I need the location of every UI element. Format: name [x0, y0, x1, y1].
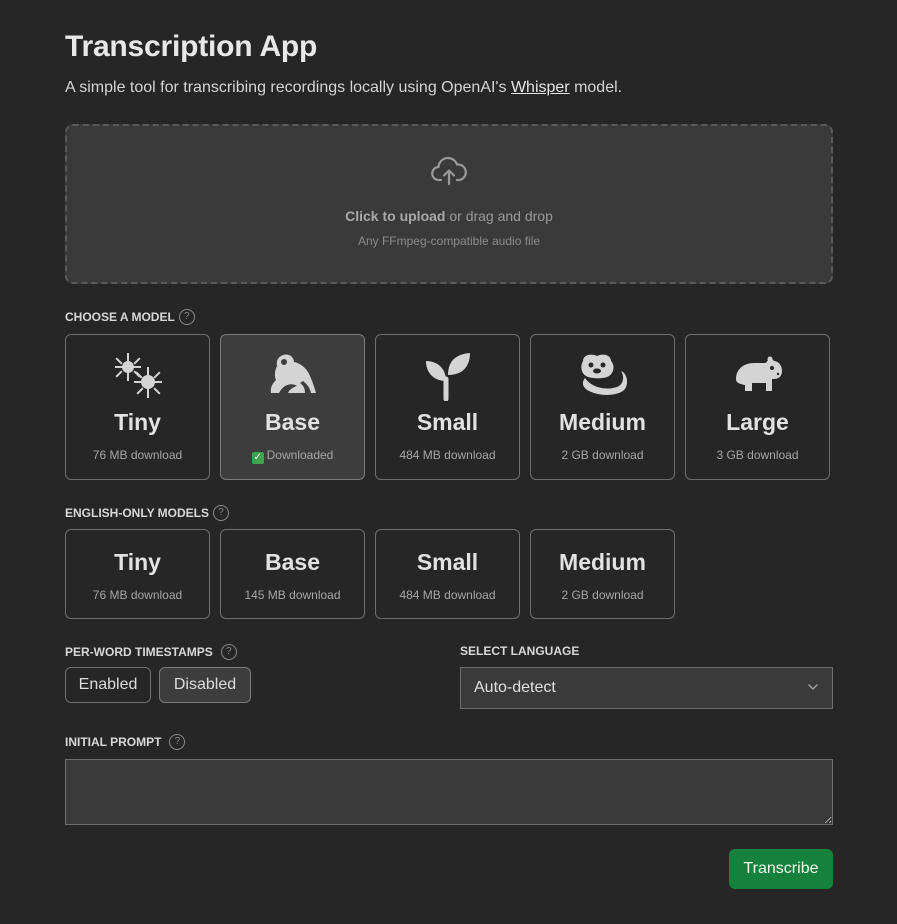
checkmark-icon: ✓ — [251, 452, 264, 464]
help-icon[interactable]: ? — [169, 734, 186, 750]
frog-icon — [270, 354, 316, 393]
whisper-link[interactable]: Whisper — [511, 79, 570, 96]
upload-hint: Any FFmpeg-compatible audio file — [357, 234, 541, 248]
model-card-base[interactable]: Base ✓ Downloaded — [220, 334, 365, 480]
click-to-upload-text[interactable]: Click to upload — [345, 208, 445, 224]
english-models-label: ENGLISH-ONLY MODELS ? — [65, 505, 230, 521]
model-name: Medium — [559, 549, 646, 575]
upload-instructions: Click to upload or drag and drop — [67, 208, 831, 224]
drag-drop-text: or drag and drop — [445, 208, 553, 224]
english-model-card-base[interactable]: Base 145 MB download — [220, 529, 365, 619]
upload-dropzone[interactable]: Click to upload or drag and drop Any FFm… — [65, 124, 833, 284]
language-select[interactable]: Auto-detect — [460, 667, 833, 709]
model-name: Base — [265, 549, 320, 575]
model-name: Small — [416, 409, 479, 435]
language-label-text: SELECT LANGUAGE — [460, 644, 580, 658]
subtitle-text-before: A simple tool for transcribing recording… — [65, 79, 511, 96]
english-model-card-medium[interactable]: Medium 2 GB download — [530, 529, 675, 619]
model-card-large[interactable]: Large 3 GB download — [685, 334, 830, 480]
choose-model-label: CHOOSE A MODEL ? — [65, 309, 195, 325]
model-size: 145 MB download — [244, 588, 341, 602]
hippo-icon — [736, 356, 782, 391]
page-subtitle: A simple tool for transcribing recording… — [65, 79, 622, 97]
app-page: Transcription App A simple tool for tran… — [0, 0, 897, 924]
model-size: 2 GB download — [561, 588, 644, 602]
model-size: 484 MB download — [399, 448, 496, 462]
otter-icon — [581, 354, 628, 395]
model-size: 2 GB download — [561, 448, 644, 462]
seedling-icon — [426, 353, 470, 401]
help-icon[interactable]: ? — [178, 309, 195, 325]
timestamps-label: PER-WORD TIMESTAMPS ? — [65, 644, 237, 660]
model-size: 76 MB download — [92, 588, 183, 602]
prompt-label-text: INITIAL PROMPT — [65, 735, 162, 749]
subtitle-text-after: model. — [569, 79, 623, 96]
model-card-tiny[interactable]: Tiny 76 MB download — [65, 334, 210, 480]
model-size: 76 MB download — [92, 448, 183, 462]
model-name: Tiny — [114, 409, 161, 435]
help-icon[interactable]: ? — [220, 644, 237, 660]
language-select-value: Auto-detect — [474, 679, 556, 696]
microbe-icon — [115, 353, 162, 398]
chevron-down-icon — [808, 684, 818, 690]
english-model-card-small[interactable]: Small 484 MB download — [375, 529, 520, 619]
timestamps-label-text: PER-WORD TIMESTAMPS — [65, 645, 213, 659]
transcribe-button[interactable]: Transcribe — [729, 849, 833, 889]
model-card-medium[interactable]: Medium 2 GB download — [530, 334, 675, 480]
model-status: ✓ Downloaded — [221, 448, 364, 464]
prompt-label: INITIAL PROMPT ? — [65, 734, 186, 750]
timestamps-disabled-button[interactable]: Disabled — [159, 667, 251, 703]
model-name: Large — [726, 409, 789, 435]
help-icon[interactable]: ? — [213, 505, 230, 521]
model-name: Medium — [559, 409, 646, 435]
cloud-upload-icon — [431, 156, 467, 186]
timestamps-enabled-button[interactable]: Enabled — [65, 667, 151, 703]
model-status-text: Downloaded — [266, 448, 334, 462]
model-card-small[interactable]: Small 484 MB download — [375, 334, 520, 480]
model-size: 484 MB download — [399, 588, 496, 602]
page-title: Transcription App — [65, 30, 318, 63]
model-size: 3 GB download — [716, 448, 799, 462]
model-name: Small — [416, 549, 479, 575]
model-name: Tiny — [114, 549, 161, 575]
language-label: SELECT LANGUAGE — [460, 644, 579, 658]
model-name: Base — [265, 409, 320, 435]
choose-model-label-text: CHOOSE A MODEL — [65, 310, 175, 324]
english-model-card-tiny[interactable]: Tiny 76 MB download — [65, 529, 210, 619]
initial-prompt-textarea[interactable] — [65, 759, 833, 825]
english-models-label-text: ENGLISH-ONLY MODELS — [65, 506, 210, 520]
